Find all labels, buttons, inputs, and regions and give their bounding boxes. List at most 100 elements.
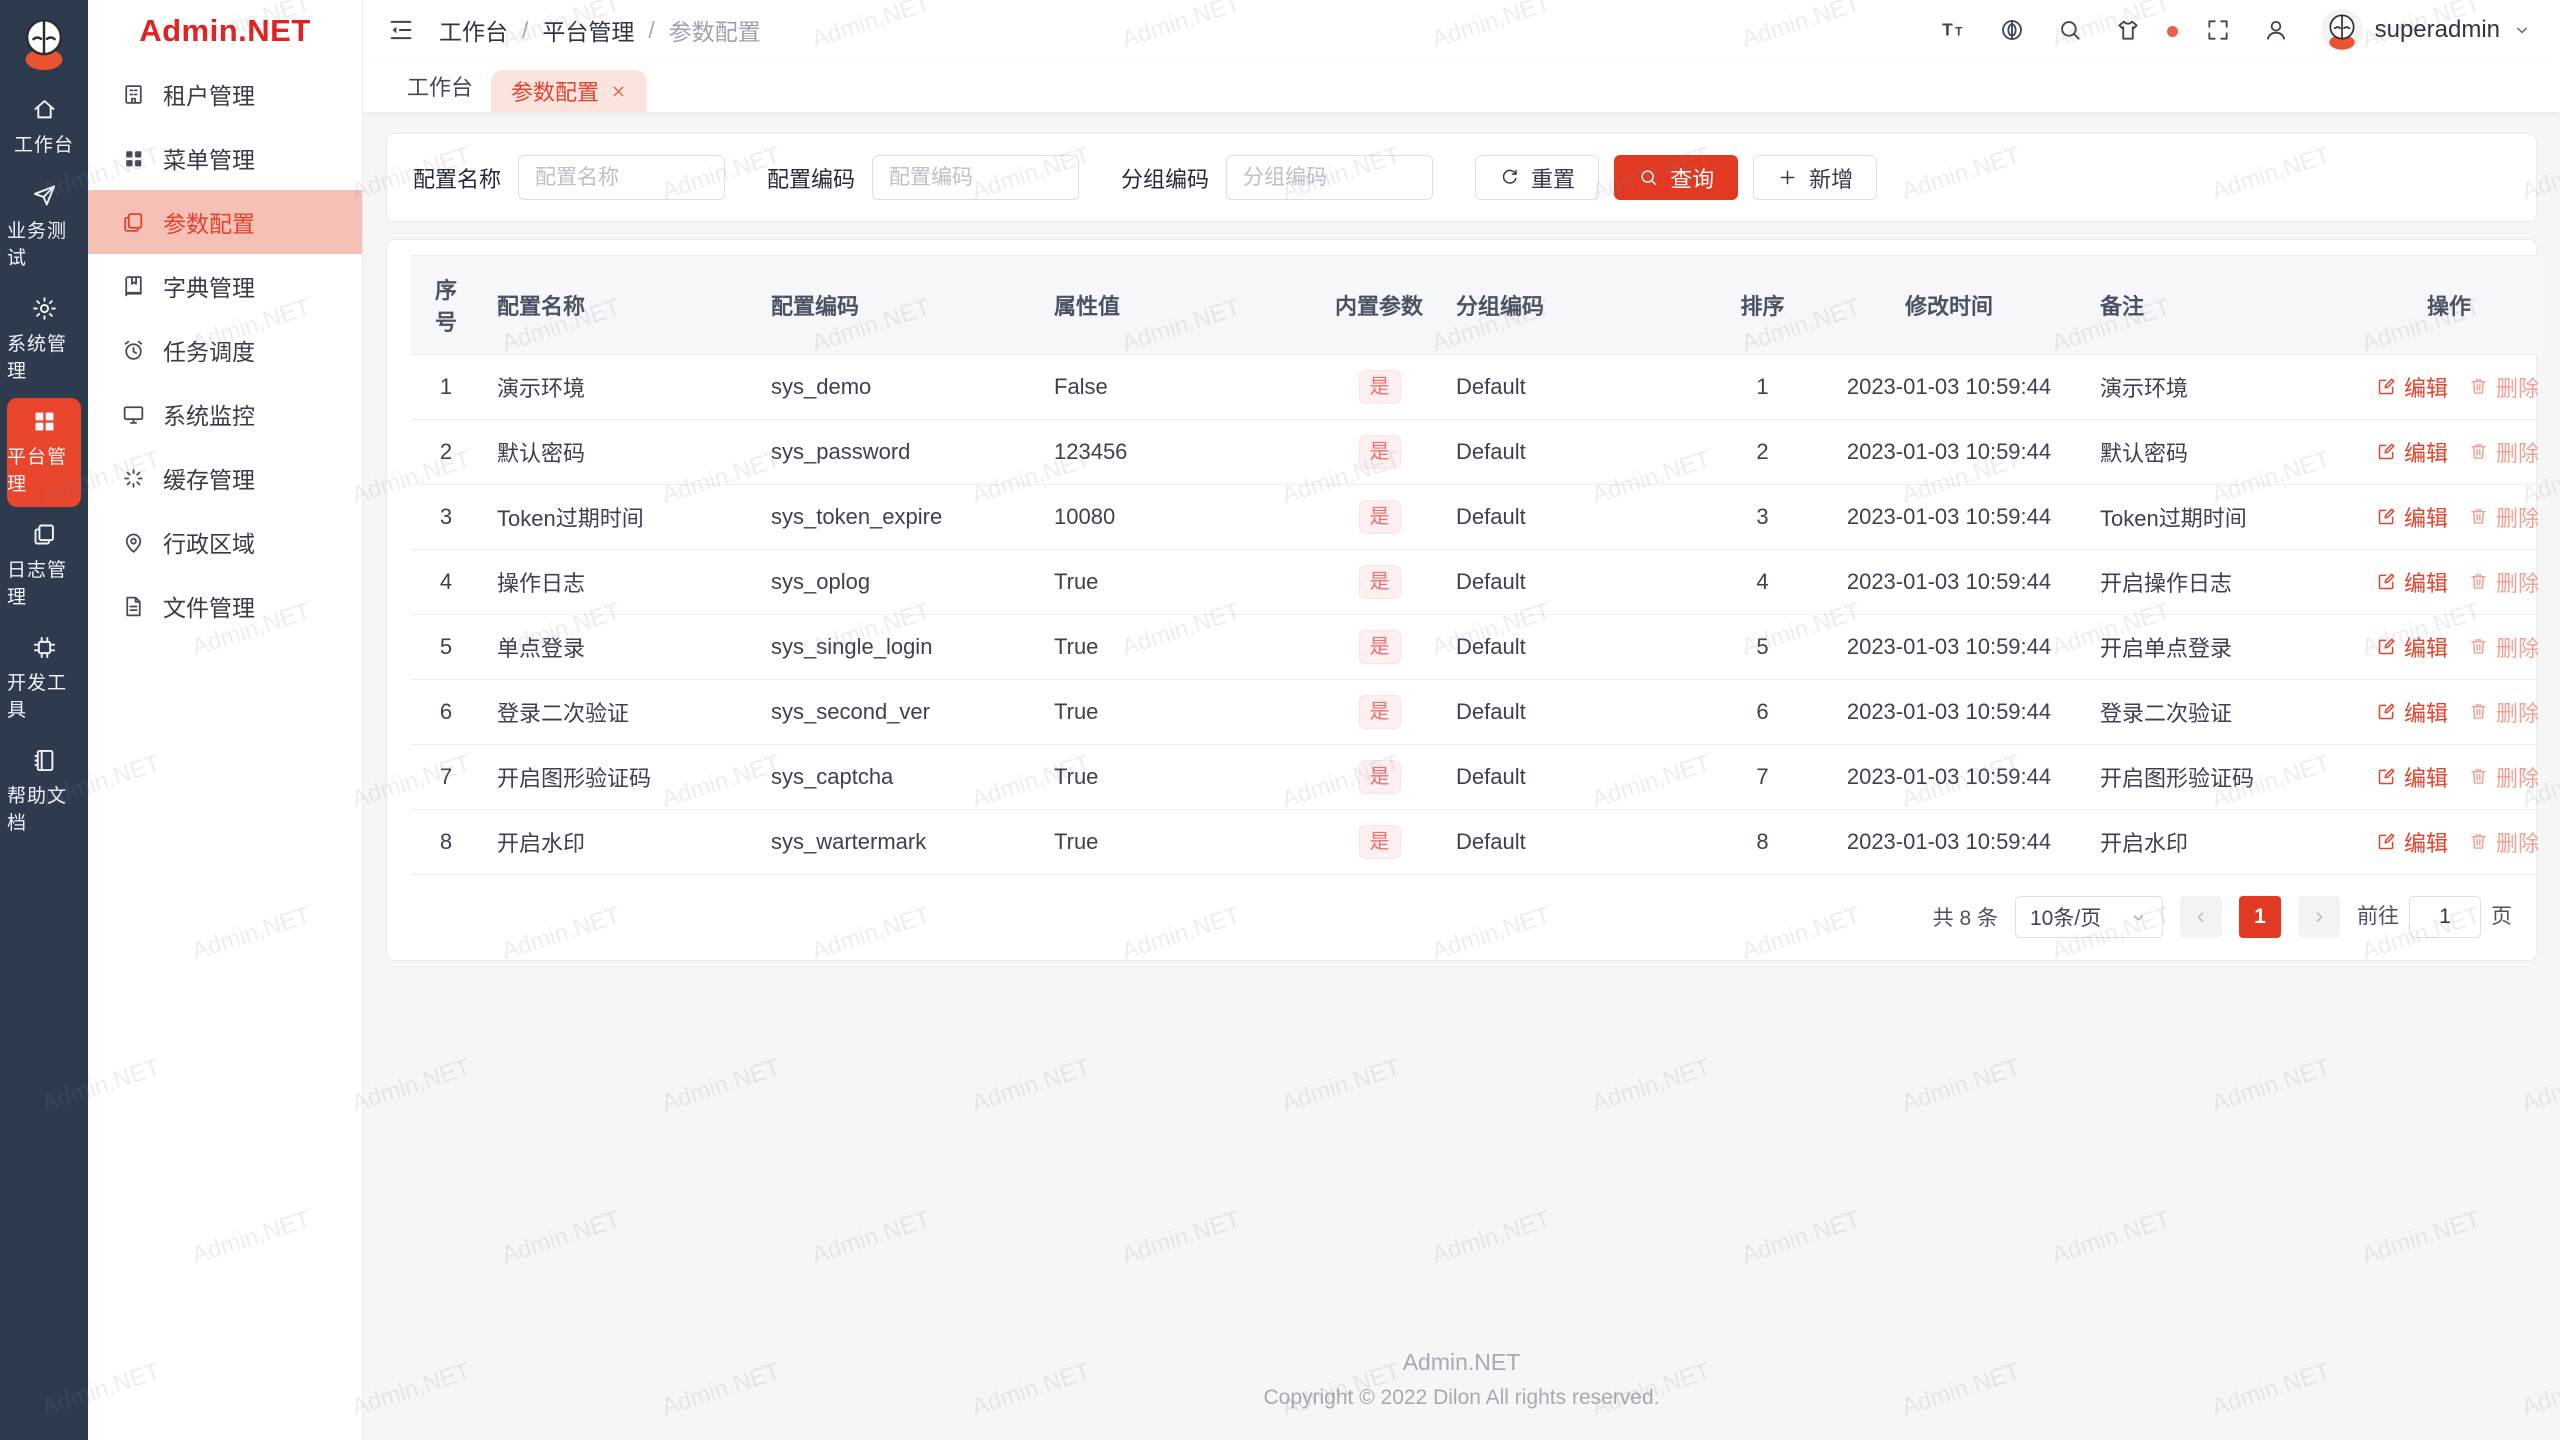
table-row: 8 开启水印 sys_wartermark True 是 Default 8 2023-01-… bbox=[411, 809, 2538, 875]
rail-item-4[interactable]: 日志管理 bbox=[7, 511, 81, 620]
col-header-1: 配置名称 bbox=[481, 255, 755, 355]
cell-index: 8 bbox=[411, 809, 481, 875]
edit-button[interactable]: 编辑 bbox=[2376, 761, 2448, 793]
delete-button[interactable]: 删除 bbox=[2468, 761, 2538, 793]
trash-icon bbox=[2468, 701, 2489, 722]
cell-builtin: 是 bbox=[1319, 419, 1440, 485]
rail-item-3[interactable]: 平台管理 bbox=[7, 398, 81, 507]
delete-button[interactable]: 删除 bbox=[2468, 371, 2538, 403]
cell-builtin: 是 bbox=[1319, 679, 1440, 745]
sidebar-item-8[interactable]: 文件管理 bbox=[88, 574, 362, 638]
breadcrumb-item-platform[interactable]: 平台管理 bbox=[542, 13, 634, 47]
cell-order: 1 bbox=[1711, 354, 1814, 420]
prev-page-button[interactable] bbox=[2180, 896, 2222, 938]
table-header-row: 序号 配置名称 配置编码 属性值 内置参数 分组编码 排序 修改时间 备注 操作 bbox=[411, 255, 2538, 355]
fullscreen-icon[interactable] bbox=[2205, 17, 2231, 43]
edit-button[interactable]: 编辑 bbox=[2376, 631, 2448, 663]
page-size-select[interactable]: 10条/页 bbox=[2015, 896, 2163, 938]
sidebar-item-4[interactable]: 任务调度 bbox=[88, 318, 362, 382]
filter-input-2[interactable] bbox=[1226, 155, 1434, 200]
reset-button[interactable]: 重置 bbox=[1475, 155, 1600, 200]
sidebar-item-0[interactable]: 租户管理 bbox=[88, 62, 362, 126]
breadcrumb-separator: / bbox=[522, 16, 529, 43]
cell-value: 10080 bbox=[1038, 484, 1319, 550]
cell-name: 默认密码 bbox=[481, 419, 755, 485]
delete-button[interactable]: 删除 bbox=[2468, 566, 2538, 598]
query-button[interactable]: 查询 bbox=[1614, 155, 1739, 200]
filter-input-0[interactable] bbox=[518, 155, 726, 200]
cell-name: 开启图形验证码 bbox=[481, 744, 755, 810]
breadcrumb: 工作台 / 平台管理 / 参数配置 bbox=[439, 13, 761, 47]
delete-button[interactable]: 删除 bbox=[2468, 501, 2538, 533]
edit-button[interactable]: 编辑 bbox=[2376, 371, 2448, 403]
sidebar-item-3[interactable]: 字典管理 bbox=[88, 254, 362, 318]
tab-close-icon[interactable] bbox=[610, 83, 627, 100]
rail-item-1[interactable]: 业务测试 bbox=[7, 172, 81, 281]
table-row: 1 演示环境 sys_demo False 是 Default 1 2023-01-03 10… bbox=[411, 354, 2538, 420]
edit-button[interactable]: 编辑 bbox=[2376, 501, 2448, 533]
font-size-icon[interactable]: TT bbox=[1941, 17, 1967, 43]
table-card: 序号 配置名称 配置编码 属性值 内置参数 分组编码 排序 修改时间 备注 操作 1 演示环境 sys… bbox=[386, 239, 2538, 961]
pagination: 共 8 条 10条/页 1 前往页 bbox=[411, 896, 2512, 938]
cell-group: Default bbox=[1440, 484, 1711, 550]
delete-button[interactable]: 删除 bbox=[2468, 436, 2538, 468]
edit-button[interactable]: 编辑 bbox=[2376, 696, 2448, 728]
profile-icon[interactable] bbox=[2263, 17, 2289, 43]
sidebar-item-1[interactable]: 菜单管理 bbox=[88, 126, 362, 190]
sidebar-item-5[interactable]: 系统监控 bbox=[88, 382, 362, 446]
cell-name: 操作日志 bbox=[481, 549, 755, 615]
delete-button[interactable]: 删除 bbox=[2468, 631, 2538, 663]
search-form-card: 配置名称配置编码分组编码 重置 查询 新增 bbox=[386, 133, 2537, 222]
rail-item-2[interactable]: 系统管理 bbox=[7, 285, 81, 394]
cell-code: sys_password bbox=[755, 419, 1038, 485]
rail-item-0[interactable]: 工作台 bbox=[7, 86, 81, 168]
col-header-0: 序号 bbox=[411, 255, 481, 355]
sidebar-item-2[interactable]: 参数配置 bbox=[88, 190, 362, 254]
file-icon bbox=[121, 594, 146, 619]
delete-button[interactable]: 删除 bbox=[2468, 826, 2538, 858]
theme-icon[interactable] bbox=[2115, 17, 2141, 43]
cell-remark: 默认密码 bbox=[2084, 419, 2360, 485]
edit-button[interactable]: 编辑 bbox=[2376, 826, 2448, 858]
cell-index: 4 bbox=[411, 549, 481, 615]
cell-index: 5 bbox=[411, 614, 481, 680]
delete-button[interactable]: 删除 bbox=[2468, 696, 2538, 728]
cell-remark: 开启单点登录 bbox=[2084, 614, 2360, 680]
cell-index: 3 bbox=[411, 484, 481, 550]
cell-builtin: 是 bbox=[1319, 549, 1440, 615]
sidebar-item-7[interactable]: 行政区域 bbox=[88, 510, 362, 574]
cell-group: Default bbox=[1440, 419, 1711, 485]
edit-icon bbox=[2376, 571, 2397, 592]
cell-order: 3 bbox=[1711, 484, 1814, 550]
edit-icon bbox=[2376, 831, 2397, 852]
monitor-icon bbox=[121, 402, 146, 427]
cell-index: 2 bbox=[411, 419, 481, 485]
rail-item-5[interactable]: 开发工具 bbox=[7, 624, 81, 733]
cell-builtin: 是 bbox=[1319, 809, 1440, 875]
trash-icon bbox=[2468, 636, 2489, 657]
cell-value: False bbox=[1038, 354, 1319, 420]
sidebar-item-6[interactable]: 缓存管理 bbox=[88, 446, 362, 510]
current-page-button[interactable]: 1 bbox=[2239, 896, 2281, 938]
search-icon[interactable] bbox=[2057, 17, 2083, 43]
table-row: 7 开启图形验证码 sys_captcha True 是 Default 7 2023-01-… bbox=[411, 744, 2538, 810]
builtin-badge: 是 bbox=[1358, 825, 1401, 859]
pagination-total: 共 8 条 bbox=[1932, 907, 1998, 930]
trash-icon bbox=[2468, 506, 2489, 527]
add-button[interactable]: 新增 bbox=[1753, 155, 1878, 200]
user-menu[interactable]: superadmin bbox=[2320, 9, 2532, 51]
cell-value: True bbox=[1038, 809, 1319, 875]
cell-group: Default bbox=[1440, 809, 1711, 875]
next-page-button[interactable] bbox=[2298, 896, 2340, 938]
tab-0[interactable]: 工作台 bbox=[389, 60, 491, 112]
breadcrumb-item-workbench[interactable]: 工作台 bbox=[439, 13, 508, 47]
menu-fold-icon[interactable] bbox=[387, 16, 415, 44]
edit-button[interactable]: 编辑 bbox=[2376, 436, 2448, 468]
cell-time: 2023-01-03 10:59:44 bbox=[1814, 679, 2084, 745]
language-icon[interactable] bbox=[1999, 17, 2025, 43]
goto-page-input[interactable] bbox=[2409, 896, 2481, 938]
rail-item-6[interactable]: 帮助文档 bbox=[7, 737, 81, 846]
tab-1[interactable]: 参数配置 bbox=[491, 70, 648, 112]
edit-button[interactable]: 编辑 bbox=[2376, 566, 2448, 598]
filter-input-1[interactable] bbox=[872, 155, 1080, 200]
